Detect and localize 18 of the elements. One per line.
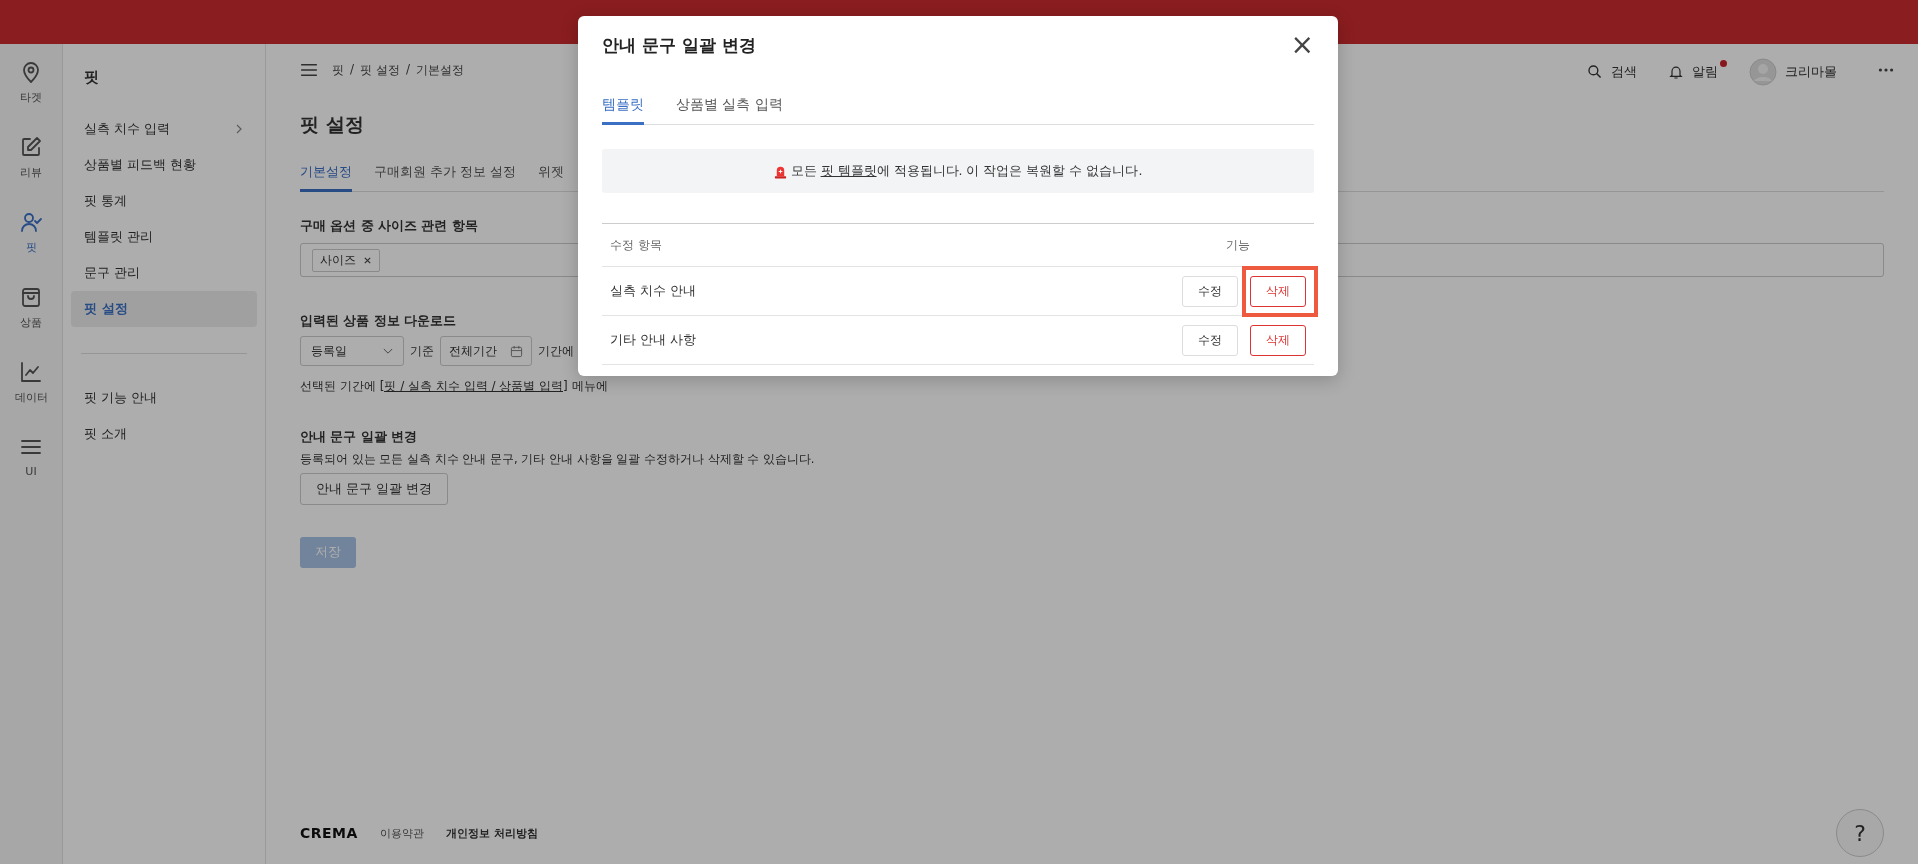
- logo: CREMA: [300, 825, 358, 841]
- table-cell: 실측 치수 안내: [610, 282, 696, 300]
- section-label: 구매 옵션 중 사이즈 관련 항목: [300, 218, 479, 235]
- basis-label: 기준: [410, 342, 434, 360]
- page-title: 핏 설정: [300, 112, 364, 137]
- column-header: 수정 항목: [610, 236, 662, 254]
- column-header: 기능: [1226, 236, 1250, 254]
- sidebar-title: 핏: [83, 67, 100, 88]
- modal-title: 안내 문구 일괄 변경: [602, 33, 756, 57]
- breadcrumb-separator: /: [405, 61, 410, 78]
- section-label: 안내 문구 일괄 변경: [300, 429, 419, 446]
- period-label: 기간에: [538, 342, 574, 360]
- warning-text: 모든 핏 템플릿에 적용됩니다. 이 작업은 복원할 수 없습니다.: [790, 162, 1143, 180]
- section-description: 등록되어 있는 모든 실측 치수 안내 문구, 기타 안내 사항을 일괄 수정하거나 삭제할 수 있습니다.: [300, 452, 816, 467]
- download-description: 선택된 기간에 [핏 / 실측 치수 입력 / 상품별 입력] 메뉴에: [300, 378, 609, 395]
- breadcrumb-separator: /: [350, 61, 355, 78]
- table-cell: 기타 안내 사항: [610, 331, 696, 349]
- section-label: 입력된 상품 정보 다운로드: [300, 313, 458, 330]
